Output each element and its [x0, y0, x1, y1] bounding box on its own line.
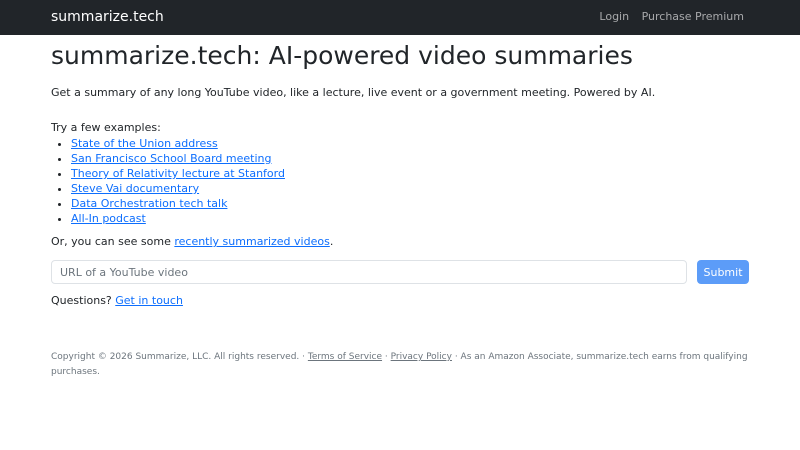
- login-link[interactable]: Login: [599, 10, 629, 23]
- questions-text: Questions? Get in touch: [51, 294, 183, 308]
- terms-of-service-link[interactable]: Terms of Service: [308, 352, 382, 362]
- recent-text: Or, you can see some recently summarized…: [51, 235, 333, 249]
- footer: Copyright © 2026 Summarize, LLC. All rig…: [51, 350, 751, 380]
- list-item: State of the Union address: [71, 136, 285, 151]
- example-link-relativity-lecture[interactable]: Theory of Relativity lecture at Stanford: [71, 167, 285, 180]
- list-item: Data Orchestration tech talk: [71, 196, 285, 211]
- footer-separator: ·: [382, 352, 391, 362]
- navbar: summarize.tech Login Purchase Premium: [0, 0, 800, 35]
- footer-copyright: Copyright © 2026 Summarize, LLC. All rig…: [51, 352, 308, 362]
- example-link-all-in-podcast[interactable]: All-In podcast: [71, 212, 146, 225]
- lead-text: Get a summary of any long YouTube video,…: [51, 86, 656, 99]
- example-link-school-board[interactable]: San Francisco School Board meeting: [71, 152, 271, 165]
- questions-prefix: Questions?: [51, 294, 116, 307]
- get-in-touch-link[interactable]: Get in touch: [115, 294, 183, 307]
- list-item: Steve Vai documentary: [71, 181, 285, 196]
- page-title: summarize.tech: AI-powered video summari…: [51, 41, 633, 70]
- example-link-state-of-the-union[interactable]: State of the Union address: [71, 137, 218, 150]
- example-link-data-orchestration[interactable]: Data Orchestration tech talk: [71, 197, 227, 210]
- example-link-steve-vai[interactable]: Steve Vai documentary: [71, 182, 199, 195]
- examples-list: State of the Union address San Francisco…: [71, 136, 285, 226]
- purchase-premium-link[interactable]: Purchase Premium: [642, 10, 744, 23]
- recent-suffix: .: [329, 235, 334, 248]
- examples-label: Try a few examples:: [51, 121, 161, 134]
- list-item: Theory of Relativity lecture at Stanford: [71, 166, 285, 181]
- list-item: San Francisco School Board meeting: [71, 151, 285, 166]
- list-item: All-In podcast: [71, 211, 285, 226]
- recently-summarized-link[interactable]: recently summarized videos: [174, 235, 329, 248]
- recent-prefix: Or, you can see some: [51, 235, 175, 248]
- youtube-url-input[interactable]: [51, 260, 687, 284]
- nav-links: Login Purchase Premium: [590, 10, 744, 24]
- submit-button[interactable]: Submit: [697, 260, 749, 284]
- privacy-policy-link[interactable]: Privacy Policy: [391, 352, 452, 362]
- brand-link[interactable]: summarize.tech: [51, 8, 164, 26]
